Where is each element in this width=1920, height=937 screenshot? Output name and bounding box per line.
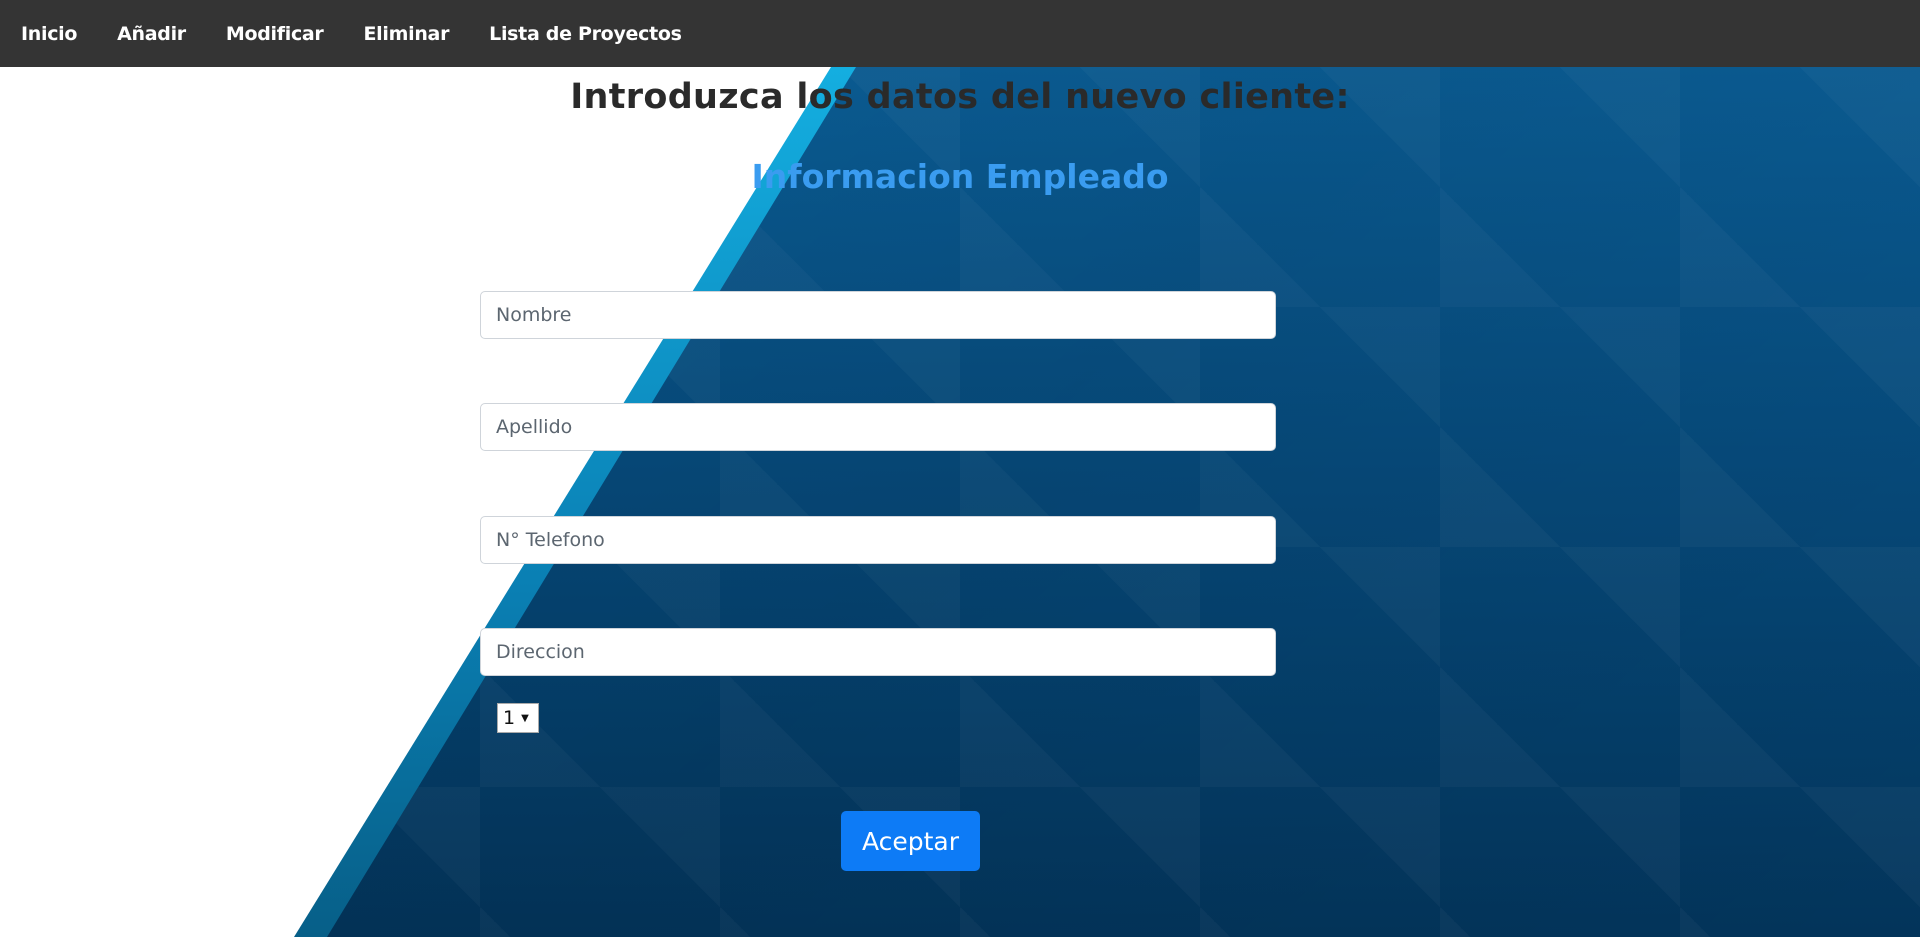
telefono-input[interactable] [480, 516, 1276, 564]
section-title: Informacion Empleado [751, 157, 1169, 196]
nav-link-inicio[interactable]: Inicio [21, 23, 77, 45]
direccion-input[interactable] [480, 628, 1276, 676]
nombre-input[interactable] [480, 291, 1276, 339]
main-content: Introduzca los datos del nuevo cliente: … [0, 67, 1920, 937]
caret-down-icon: ▼ [521, 712, 529, 724]
number-select-value: 1 [503, 707, 516, 729]
nav-link-lista-proyectos[interactable]: Lista de Proyectos [489, 23, 682, 45]
page-title: Introduzca los datos del nuevo cliente: [570, 77, 1350, 117]
number-select[interactable]: 1 ▼ [497, 703, 539, 733]
aceptar-button[interactable]: Aceptar [841, 811, 980, 871]
nav-link-anadir[interactable]: Añadir [117, 23, 186, 45]
top-navbar: Inicio Añadir Modificar Eliminar Lista d… [0, 0, 1920, 67]
nav-link-eliminar[interactable]: Eliminar [364, 23, 450, 45]
nav-link-modificar[interactable]: Modificar [226, 23, 324, 45]
apellido-input[interactable] [480, 403, 1276, 451]
